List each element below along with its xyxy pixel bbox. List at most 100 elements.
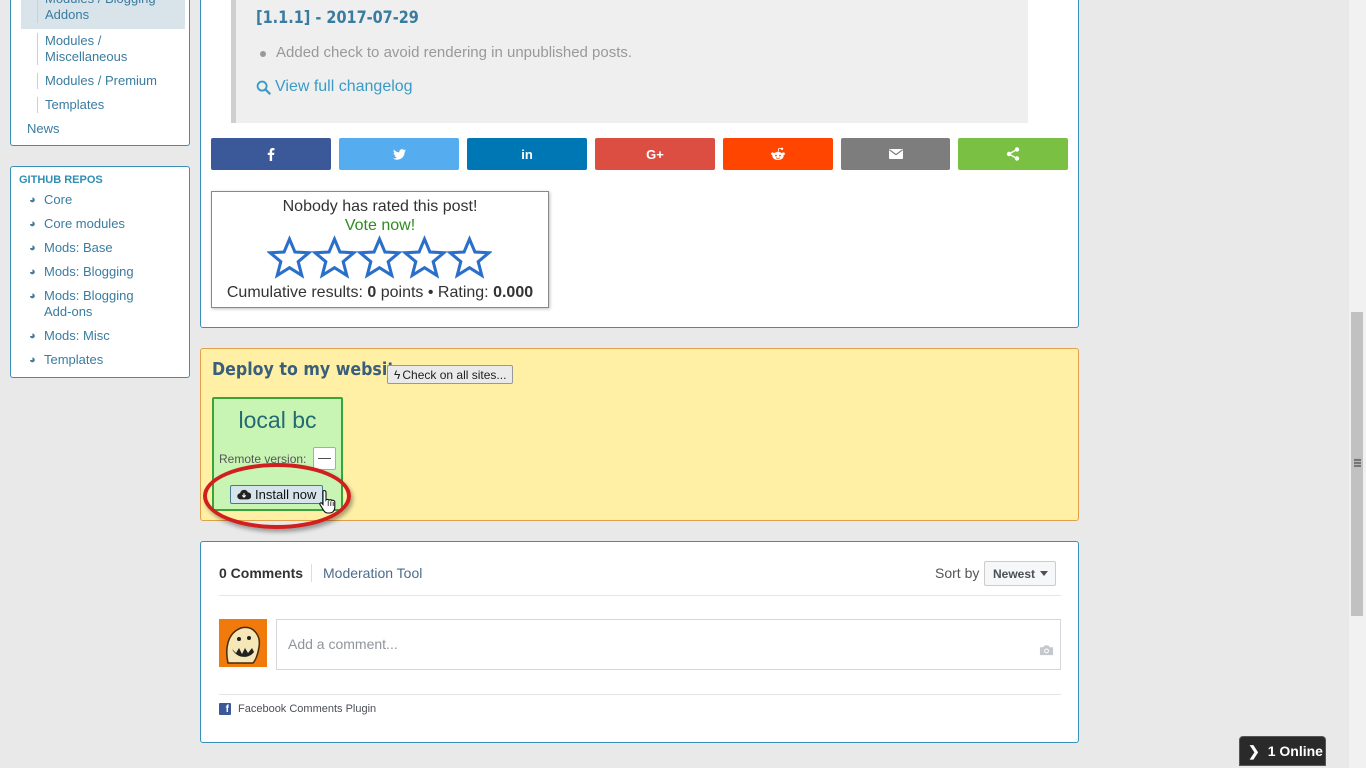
- repo-link-core[interactable]: ◕ Core: [29, 192, 189, 208]
- rating-star-icon[interactable]: [312, 235, 357, 280]
- github-repos-box: GITHUB REPOS ◕ Core ◕ Core modules ◕ Mods: …: [10, 166, 190, 378]
- rating-label: Rating:: [437, 284, 489, 301]
- github-repos-title: GITHUB REPOS: [19, 174, 103, 186]
- sidebar-news-link[interactable]: News: [27, 121, 60, 136]
- share-icon: [1006, 147, 1020, 161]
- comments-count: 0 Comments: [219, 565, 304, 581]
- deploy-title: Deploy to my websites: [212, 359, 416, 380]
- comments-divider: [219, 595, 1061, 596]
- share-google-plus-button[interactable]: G+: [595, 138, 715, 170]
- changelog-version: [1.1.1] - 2017-07-29: [256, 8, 419, 28]
- rating-star-icon[interactable]: [267, 235, 312, 280]
- facebook-icon: f: [219, 703, 231, 715]
- camera-icon[interactable]: [1039, 644, 1054, 656]
- rating-stars: [267, 235, 492, 280]
- github-icon: ◕: [29, 290, 36, 302]
- view-full-changelog-link[interactable]: View full changelog: [256, 78, 413, 96]
- repo-link-mods-misc[interactable]: ◕ Mods: Misc: [29, 328, 189, 344]
- category-templates[interactable]: Templates: [37, 97, 187, 113]
- github-icon: ◕: [29, 218, 36, 230]
- bolt-icon: ϟ: [394, 367, 401, 382]
- github-icon: ◕: [29, 354, 36, 366]
- share-facebook-button[interactable]: [211, 138, 331, 170]
- points-label: points •: [380, 284, 434, 301]
- share-reddit-button[interactable]: [723, 138, 833, 170]
- cloud-download-icon: [237, 489, 251, 500]
- category-blogging-addons[interactable]: Modules / Blogging Addons: [37, 0, 187, 23]
- rating-star-icon[interactable]: [447, 235, 492, 280]
- comments-footer-divider: [219, 694, 1061, 695]
- comments-header-divider: [311, 564, 312, 582]
- email-icon: [888, 149, 903, 159]
- caret-down-icon: [1040, 571, 1049, 576]
- github-icon: ◕: [29, 266, 36, 278]
- category-premium[interactable]: Modules / Premium: [37, 73, 187, 89]
- sort-value: Newest: [993, 566, 1036, 581]
- rating-star-icon[interactable]: [402, 235, 447, 280]
- chevron-right-icon: ❯: [1248, 742, 1260, 759]
- repo-label: Mods: Blogging: [44, 264, 134, 279]
- online-label: 1 Online: [1267, 743, 1323, 759]
- monster-avatar-icon: [219, 619, 267, 667]
- changelog-note: Added check to avoid rendering in unpubl…: [259, 44, 633, 61]
- repo-label: Core: [44, 192, 73, 207]
- moderation-tool-link[interactable]: Moderation Tool: [323, 565, 422, 581]
- share-twitter-button[interactable]: [339, 138, 459, 170]
- repo-label: Templates: [44, 352, 104, 367]
- twitter-icon: [392, 148, 406, 160]
- categories-box: Modules / Blogging Addons Modules / Misc…: [10, 0, 190, 146]
- comment-input[interactable]: Add a comment...: [276, 619, 1061, 670]
- site-name: local bc: [238, 407, 317, 433]
- sort-by-label: Sort by: [935, 565, 980, 581]
- check-all-sites-label: Check on all sites...: [402, 367, 507, 382]
- page-scrollbar[interactable]: ▬ ▬ ▬: [1349, 0, 1366, 768]
- comments-panel: 0 Comments Moderation Tool Sort by Newes…: [200, 541, 1079, 743]
- changelog-link-label: View full changelog: [275, 78, 413, 95]
- scrollbar-thumb[interactable]: ▬ ▬ ▬: [1351, 312, 1363, 616]
- rating-headline: Nobody has rated this post!: [282, 198, 478, 215]
- repo-link-mods-blogging[interactable]: ◕ Mods: Blogging: [29, 264, 189, 280]
- changelog-block: [1.1.1] - 2017-07-29 Added check to avoi…: [231, 0, 1028, 123]
- install-now-button[interactable]: Install now: [230, 485, 324, 504]
- repo-link-mods-base[interactable]: ◕ Mods: Base: [29, 240, 189, 256]
- hand-cursor-icon: [319, 489, 336, 514]
- github-icon: ◕: [29, 242, 36, 254]
- rating-cta: Vote now!: [344, 217, 416, 234]
- search-icon: [256, 80, 271, 95]
- repo-link-templates[interactable]: ◕ Templates: [29, 352, 189, 368]
- repo-label: Mods: Blogging Add-ons: [44, 288, 134, 319]
- linkedin-icon: in: [521, 146, 533, 162]
- repo-label: Mods: Misc: [44, 328, 110, 343]
- repo-label: Core modules: [44, 216, 125, 231]
- google-plus-icon: G+: [646, 146, 664, 162]
- remote-version-value: —: [313, 447, 336, 470]
- share-linkedin-button[interactable]: in: [467, 138, 587, 170]
- check-all-sites-button[interactable]: ϟ Check on all sites...: [387, 365, 514, 384]
- results-prefix: Cumulative results:: [226, 284, 363, 301]
- rating-value: 0.000: [493, 284, 534, 301]
- grip-icon: ▬ ▬ ▬: [1354, 456, 1361, 469]
- github-icon: ◕: [29, 330, 36, 342]
- share-email-button[interactable]: [841, 138, 950, 170]
- facebook-comments-plugin-link[interactable]: f Facebook Comments Plugin: [219, 703, 376, 715]
- points-value: 0: [367, 284, 377, 301]
- category-miscellaneous[interactable]: Modules / Miscellaneous: [37, 33, 187, 65]
- reddit-icon: [771, 147, 785, 160]
- install-now-label: Install now: [255, 487, 317, 502]
- rating-star-icon[interactable]: [357, 235, 402, 280]
- rating-results: Cumulative results: 0 points • Rating: 0…: [212, 284, 548, 302]
- repo-link-core-modules[interactable]: ◕ Core modules: [29, 216, 189, 232]
- sort-select[interactable]: Newest: [984, 561, 1056, 586]
- online-users-badge[interactable]: ❯ 1 Online: [1239, 736, 1326, 766]
- plugin-label: Facebook Comments Plugin: [238, 703, 377, 715]
- facebook-icon: [267, 147, 275, 161]
- rating-widget: Nobody has rated this post! Vote now! Cu…: [211, 191, 549, 308]
- avatar: [219, 619, 267, 667]
- repo-link-mods-blogging-addons[interactable]: ◕ Mods: Blogging Add-ons: [29, 288, 159, 320]
- repo-label: Mods: Base: [44, 240, 113, 255]
- comment-placeholder: Add a comment...: [288, 636, 398, 652]
- remote-version-label: Remote version:: [219, 452, 307, 466]
- post-panel: [1.1.1] - 2017-07-29 Added check to avoi…: [200, 0, 1079, 328]
- github-icon: ◕: [29, 194, 36, 206]
- share-more-button[interactable]: [958, 138, 1068, 170]
